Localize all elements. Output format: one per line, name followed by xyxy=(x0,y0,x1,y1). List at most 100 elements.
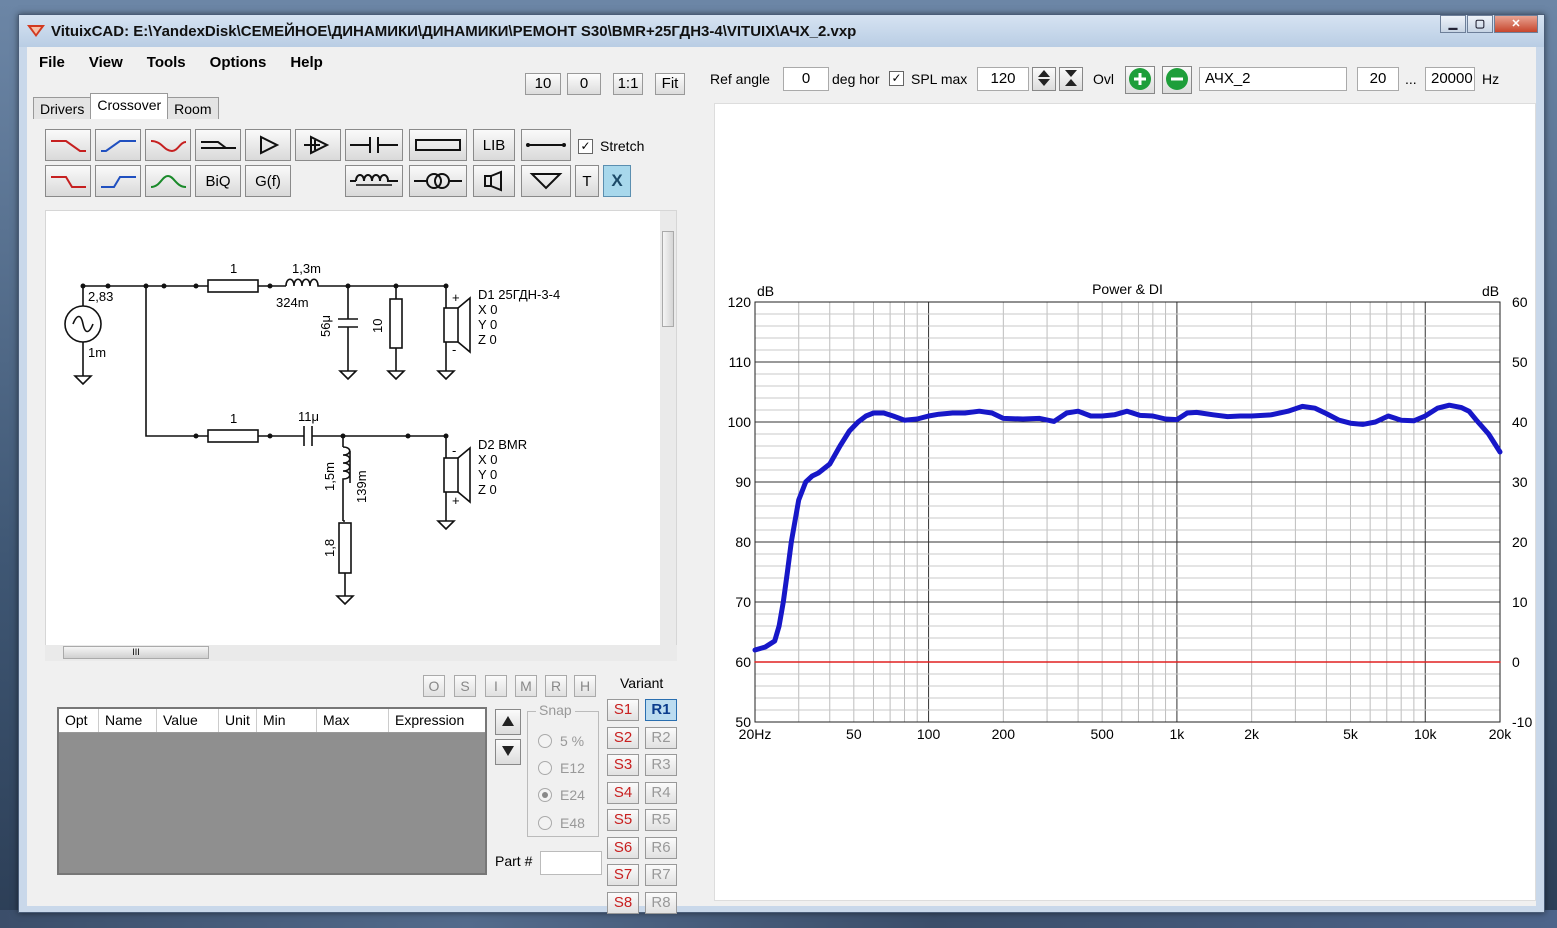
part-option-o-button[interactable]: O xyxy=(423,675,445,697)
peaking-eq-icon[interactable] xyxy=(145,165,191,197)
maximize-button[interactable]: ▢ xyxy=(1467,15,1493,33)
variant-s4-button[interactable]: S4 xyxy=(607,781,639,804)
snap-option-e24[interactable]: E24 xyxy=(538,786,585,804)
minimize-button[interactable]: ▁ xyxy=(1440,15,1466,33)
capacitor-icon[interactable] xyxy=(345,129,403,161)
app-window: VituixCAD: E:\YandexDisk\СЕМЕЙНОЕ\ДИНАМИ… xyxy=(18,14,1545,914)
part-option-s-button[interactable]: S xyxy=(454,675,476,697)
lowpass-1st-icon[interactable] xyxy=(45,129,91,161)
variant-s1-button[interactable]: S1 xyxy=(607,699,639,721)
schematic-canvas[interactable]: 2,83 1m 1 1,3m 324m 56μ 10 + - D1 25ГДН-… xyxy=(45,210,677,650)
biquad-button[interactable]: BiQ xyxy=(195,165,241,197)
bandpass-notch-icon[interactable] xyxy=(145,129,191,161)
part-option-m-button[interactable]: M xyxy=(515,675,537,697)
move-down-button[interactable] xyxy=(495,739,521,765)
menu-view[interactable]: View xyxy=(77,51,135,75)
col-max[interactable]: Max xyxy=(317,709,389,732)
menu-file[interactable]: File xyxy=(27,51,77,75)
col-value[interactable]: Value xyxy=(157,709,219,732)
transfer-function-button[interactable]: G(f) xyxy=(245,165,291,197)
variant-r6-button[interactable]: R6 xyxy=(645,836,677,859)
freq-min-input[interactable]: 20 xyxy=(1357,67,1399,91)
variant-r3-button[interactable]: R3 xyxy=(645,754,677,776)
variant-s8-button[interactable]: S8 xyxy=(607,891,639,914)
zoom-10-button[interactable]: 10 xyxy=(525,73,561,95)
part-option-h-button[interactable]: H xyxy=(574,675,596,697)
tab-drivers[interactable]: Drivers xyxy=(33,97,92,119)
variant-s7-button[interactable]: S7 xyxy=(607,864,639,886)
spl-autoscale-icon[interactable] xyxy=(1059,67,1083,91)
buffer-amp-icon[interactable] xyxy=(245,129,291,161)
tab-room[interactable]: Room xyxy=(167,97,219,119)
part-number-input[interactable] xyxy=(540,851,602,875)
ground-icon[interactable] xyxy=(521,165,571,197)
spl-max-checkbox[interactable]: ✓ xyxy=(889,71,904,86)
parameter-table[interactable]: Opt Name Value Unit Min Max Expression xyxy=(57,707,487,875)
wire-icon[interactable] xyxy=(521,129,571,161)
spl-updown-icon[interactable] xyxy=(1032,67,1056,91)
schematic-vertical-scrollbar[interactable] xyxy=(660,211,676,649)
variant-r5-button[interactable]: R5 xyxy=(645,809,677,831)
title-bar[interactable]: VituixCAD: E:\YandexDisk\СЕМЕЙНОЕ\ДИНАМИ… xyxy=(19,15,1544,47)
stretch-label: Stretch xyxy=(600,138,645,154)
snap-option-e48[interactable]: E48 xyxy=(538,814,585,832)
add-overlay-icon[interactable] xyxy=(1125,66,1155,94)
col-opt[interactable]: Opt xyxy=(59,709,99,732)
menu-help[interactable]: Help xyxy=(278,51,335,75)
variant-s2-button[interactable]: S2 xyxy=(607,726,639,749)
remove-overlay-icon[interactable] xyxy=(1162,66,1192,94)
snap-title: Snap xyxy=(536,702,575,718)
schematic-horizontal-scrollbar[interactable]: III xyxy=(45,645,677,661)
stretch-checkbox[interactable]: ✓ xyxy=(578,139,593,154)
horizontal-scroll-thumb[interactable]: III xyxy=(63,646,209,659)
menu-tools[interactable]: Tools xyxy=(135,51,198,75)
part-option-r-button[interactable]: R xyxy=(545,675,567,697)
summing-amp-icon[interactable] xyxy=(295,129,341,161)
highpass-2nd-icon[interactable] xyxy=(95,165,141,197)
fit-button[interactable]: Fit xyxy=(655,73,685,95)
driver-icon[interactable] xyxy=(473,165,515,197)
snap-option-5pct[interactable]: 5 % xyxy=(538,732,584,750)
x-tick-label: 20k xyxy=(1489,726,1513,742)
lowpass-2nd-icon[interactable] xyxy=(45,165,91,197)
shelf-filter-icon[interactable] xyxy=(195,129,241,161)
c1-value: 56μ xyxy=(318,315,333,337)
zoom-1-1-button[interactable]: 1:1 xyxy=(613,73,643,95)
graph-panel[interactable]: Power & DI dB dB 120 110 100 90 80 70 60 50 60 50 40 3… xyxy=(714,103,1536,901)
resistor-icon[interactable] xyxy=(409,129,467,161)
text-tool-button[interactable]: T xyxy=(575,165,599,197)
col-min[interactable]: Min xyxy=(257,709,317,732)
overlay-name-input[interactable]: АЧХ_2 xyxy=(1199,67,1347,91)
library-button[interactable]: LIB xyxy=(473,129,515,161)
variant-r7-button[interactable]: R7 xyxy=(645,864,677,886)
col-unit[interactable]: Unit xyxy=(219,709,257,732)
power-di-chart[interactable]: Power & DIdB dB12011010090807060506050403… xyxy=(715,104,1537,902)
variant-s5-button[interactable]: S5 xyxy=(607,809,639,831)
transformer-icon[interactable] xyxy=(409,165,467,197)
close-button[interactable]: ✕ xyxy=(1494,15,1538,33)
variant-r2-button[interactable]: R2 xyxy=(645,726,677,749)
variant-s3-button[interactable]: S3 xyxy=(607,754,639,776)
col-expression[interactable]: Expression xyxy=(389,709,485,732)
inductor-icon[interactable] xyxy=(345,165,403,197)
delete-tool-button[interactable]: X xyxy=(603,165,631,197)
part-option-i-button[interactable]: I xyxy=(485,675,507,697)
snap-option-e12[interactable]: E12 xyxy=(538,759,585,777)
vertical-scroll-thumb[interactable] xyxy=(662,231,674,327)
freq-max-input[interactable]: 20000 xyxy=(1425,67,1475,91)
move-up-button[interactable] xyxy=(495,709,521,735)
y-right-tick-label: 10 xyxy=(1512,594,1528,610)
tab-crossover[interactable]: Crossover xyxy=(90,93,169,119)
component-palette: LIB ✓ Stretch BiQ G(f) T X xyxy=(45,129,677,201)
variant-r1-button[interactable]: R1 xyxy=(645,699,677,721)
menu-options[interactable]: Options xyxy=(198,51,279,75)
variant-s6-button[interactable]: S6 xyxy=(607,836,639,859)
variant-r8-button[interactable]: R8 xyxy=(645,891,677,914)
spl-max-input[interactable]: 120 xyxy=(977,67,1029,91)
variant-r4-button[interactable]: R4 xyxy=(645,781,677,804)
ref-angle-input[interactable]: 0 xyxy=(783,67,829,91)
highpass-1st-icon[interactable] xyxy=(95,129,141,161)
col-name[interactable]: Name xyxy=(99,709,157,732)
client-area: File View Tools Options Help 10 0 1:1 Fi… xyxy=(27,47,1536,914)
zoom-0-button[interactable]: 0 xyxy=(567,73,601,95)
